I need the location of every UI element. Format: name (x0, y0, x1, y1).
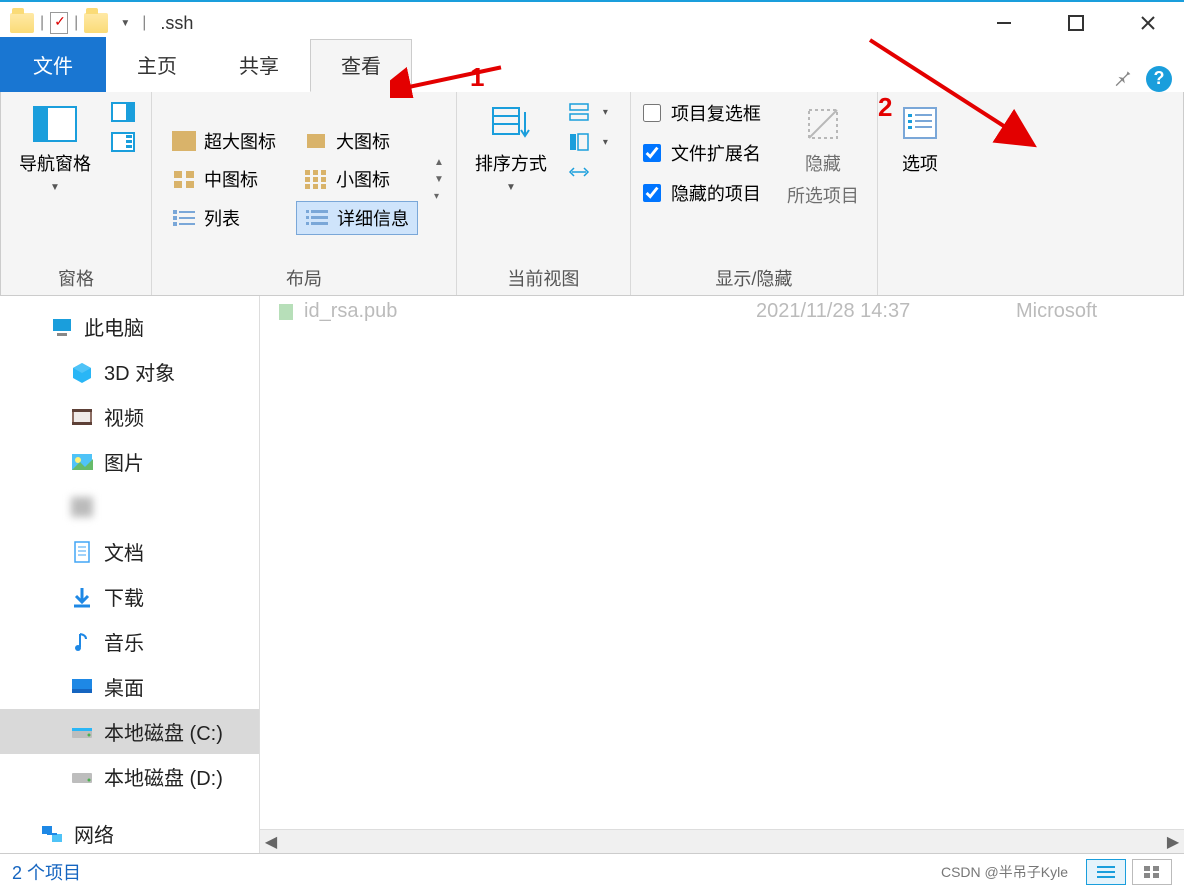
scroll-down-icon[interactable]: ▼ (434, 174, 444, 185)
navigation-sidebar[interactable]: 此电脑 3D 对象 视频 图片 文档 下载 音乐 桌面 本地磁盘 (C:) 本地… (0, 296, 260, 853)
network-icon (40, 823, 64, 845)
maximize-button[interactable] (1040, 3, 1112, 43)
tab-view[interactable]: 查看 (310, 39, 412, 92)
preview-pane-button[interactable] (107, 100, 139, 124)
file-list[interactable]: id_rsa.pub 2021/11/28 14:37 Microsoft ◀ … (260, 296, 1184, 853)
navigation-pane-label: 导航窗格 (19, 150, 91, 176)
add-columns-button[interactable]: ▾ (563, 130, 618, 154)
sidebar-disk-c[interactable]: 本地磁盘 (C:) (0, 709, 259, 754)
sidebar-documents[interactable]: 文档 (0, 529, 259, 574)
sidebar-pictures[interactable]: 图片 (0, 439, 259, 484)
sidebar-music[interactable]: 音乐 (0, 619, 259, 664)
horizontal-scrollbar[interactable]: ◀ ▶ (260, 829, 1184, 853)
document-icon (70, 541, 94, 563)
video-icon (70, 406, 94, 428)
item-checkboxes[interactable]: 项目复选框 (643, 100, 761, 126)
group-show-hide: 项目复选框 文件扩展名 隐藏的项目 隐藏 所选项目 显示/隐藏 (631, 92, 878, 295)
minimize-button[interactable] (968, 3, 1040, 43)
sort-button[interactable]: 排序方式 ▼ (469, 100, 553, 197)
group-show-hide-label: 显示/隐藏 (643, 259, 865, 291)
options-button[interactable]: 选项 (890, 100, 950, 180)
group-panes-label: 窗格 (13, 259, 139, 291)
thumbnails-view-toggle[interactable] (1132, 859, 1172, 885)
file-icon (276, 302, 296, 322)
pc-icon (50, 316, 74, 338)
sidebar-downloads[interactable]: 下载 (0, 574, 259, 619)
options-label: 选项 (902, 150, 938, 176)
layout-details[interactable]: 详细信息 (296, 201, 418, 235)
file-row[interactable]: id_rsa.pub 2021/11/28 14:37 Microsoft (260, 296, 1184, 327)
sidebar-disk-d[interactable]: 本地磁盘 (D:) (0, 754, 259, 799)
chevron-down-icon[interactable]: ▼ (120, 18, 130, 29)
disk-icon (70, 766, 94, 788)
scroll-right-icon[interactable]: ▶ (1162, 832, 1184, 852)
navigation-pane-button[interactable]: 导航窗格 ▼ (13, 100, 97, 197)
group-layout-label: 布局 (164, 259, 444, 291)
download-icon (70, 586, 94, 608)
scroll-left-icon[interactable]: ◀ (260, 832, 282, 852)
sort-label: 排序方式 (475, 150, 547, 176)
sidebar-desktop[interactable]: 桌面 (0, 664, 259, 709)
layout-xl[interactable]: 超大图标 (164, 125, 284, 157)
chevron-down-icon: ▼ (506, 182, 516, 193)
watermark: CSDN @半吊子Kyle (941, 862, 1068, 882)
file-extensions[interactable]: 文件扩展名 (643, 140, 761, 166)
group-layout: 超大图标 大图标 中图标 小图标 列表 详细信息 ▲ ▼ ▾ 布局 (152, 92, 457, 295)
layout-list[interactable]: 列表 (164, 201, 284, 235)
item-count: 2 个项目 (12, 859, 81, 885)
group-by-button[interactable]: ▾ (563, 100, 618, 124)
ribbon-tabs: 文件 主页 共享 查看 ? (0, 44, 1184, 92)
chevron-down-icon: ▼ (50, 182, 60, 193)
layout-medium[interactable]: 中图标 (164, 163, 284, 195)
content-area: 此电脑 3D 对象 视频 图片 文档 下载 音乐 桌面 本地磁盘 (C:) 本地… (0, 296, 1184, 853)
group-current-view: 排序方式 ▼ ▾ ▾ 当前视图 (457, 92, 631, 295)
group-current-view-label: 当前视图 (469, 259, 618, 291)
hide-selected-button: 隐藏 所选项目 (781, 100, 865, 212)
hidden-items[interactable]: 隐藏的项目 (643, 180, 761, 206)
annotation-1: 1 (470, 62, 484, 93)
properties-icon[interactable] (50, 12, 68, 34)
size-columns-button[interactable] (563, 160, 618, 184)
pictures-icon (70, 451, 94, 473)
sidebar-network[interactable]: 网络 (0, 811, 259, 853)
ribbon: 导航窗格 ▼ 窗格 超大图标 大图标 中图标 小图标 列表 详细信息 ▲ ▼ (0, 92, 1184, 296)
quick-access-toolbar: | | ▼ | (0, 12, 146, 34)
scroll-up-icon[interactable]: ▲ (434, 157, 444, 168)
pin-icon[interactable] (1112, 65, 1134, 92)
annotation-2: 2 (878, 92, 892, 123)
details-view-toggle[interactable] (1086, 859, 1126, 885)
help-icon[interactable]: ? (1146, 66, 1172, 92)
music-icon (70, 631, 94, 653)
layout-small[interactable]: 小图标 (296, 163, 418, 195)
new-folder-icon[interactable] (84, 13, 108, 33)
title-bar: | | ▼ | .ssh (0, 0, 1184, 44)
sidebar-3d-objects[interactable]: 3D 对象 (0, 349, 259, 394)
group-panes: 导航窗格 ▼ 窗格 (1, 92, 152, 295)
disk-icon (70, 721, 94, 743)
layout-large[interactable]: 大图标 (296, 125, 418, 157)
window-title: .ssh (160, 13, 193, 34)
details-pane-button[interactable] (107, 130, 139, 154)
sidebar-redacted[interactable] (0, 484, 259, 529)
tab-file[interactable]: 文件 (0, 37, 106, 92)
sidebar-videos[interactable]: 视频 (0, 394, 259, 439)
window-controls (968, 3, 1184, 43)
desktop-icon (70, 676, 94, 698)
status-bar: 2 个项目 CSDN @半吊子Kyle (0, 853, 1184, 889)
sidebar-this-pc[interactable]: 此电脑 (0, 304, 259, 349)
folder-icon (10, 13, 34, 33)
tab-home[interactable]: 主页 (106, 39, 208, 92)
close-button[interactable] (1112, 3, 1184, 43)
expand-icon[interactable]: ▾ (434, 191, 444, 202)
tab-share[interactable]: 共享 (208, 39, 310, 92)
cube-icon (70, 361, 94, 383)
